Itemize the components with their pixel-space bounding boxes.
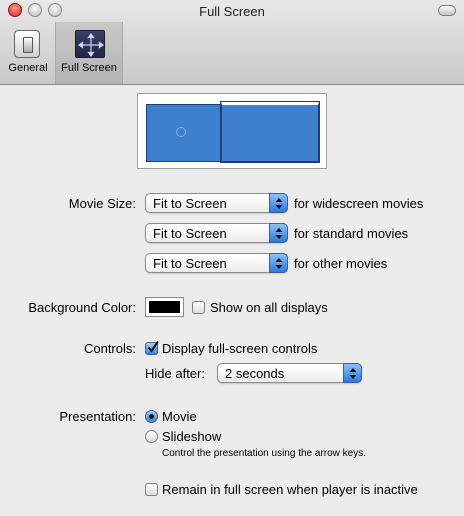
widescreen-suffix: for widescreen movies	[294, 196, 424, 211]
presentation-movie-radio[interactable]	[145, 410, 158, 423]
popup-value: Fit to Screen	[153, 256, 227, 271]
tab-full-screen-label: Full Screen	[61, 62, 117, 74]
color-swatch	[149, 301, 180, 313]
hide-after-popup[interactable]: 2 seconds	[217, 363, 362, 383]
presentation-hint: Control the presentation using the arrow…	[162, 448, 366, 459]
other-suffix: for other movies	[294, 256, 388, 271]
background-color-label: Background Color:	[28, 300, 136, 315]
remain-full-screen-label: Remain in full screen when player is ina…	[162, 482, 418, 497]
popup-arrows-icon	[269, 253, 288, 273]
tab-general-label: General	[8, 62, 48, 74]
presentation-label: Presentation:	[59, 409, 136, 424]
presentation-movie-label: Movie	[162, 409, 197, 424]
popup-value: 2 seconds	[225, 366, 285, 381]
quicktime-logo-icon	[176, 127, 186, 137]
standard-suffix: for standard movies	[294, 226, 409, 241]
movie-size-label: Movie Size:	[68, 196, 136, 211]
show-on-all-displays-checkbox[interactable]	[192, 301, 205, 314]
popup-value: Fit to Screen	[153, 226, 227, 241]
checkmark-icon	[147, 340, 159, 353]
toolbar-toggle-button[interactable]	[438, 5, 456, 16]
movie-size-standard-popup[interactable]: Fit to Screen	[145, 223, 288, 243]
popup-arrows-icon	[269, 223, 288, 243]
tab-full-screen[interactable]: Full Screen	[55, 22, 123, 84]
window-title: Full Screen	[199, 4, 265, 19]
controls-label: Controls:	[83, 341, 136, 356]
fullscreen-arrows-icon	[75, 30, 105, 58]
presentation-slideshow-label: Slideshow	[162, 429, 222, 444]
presentation-slideshow-radio[interactable]	[145, 430, 158, 443]
hide-after-label: Hide after:	[145, 366, 205, 381]
movie-size-other-popup[interactable]: Fit to Screen	[145, 253, 288, 273]
display-controls-label: Display full-screen controls	[162, 341, 318, 356]
popup-arrows-icon	[269, 193, 288, 213]
switch-icon	[14, 30, 40, 58]
remain-full-screen-checkbox[interactable]	[145, 483, 158, 496]
display-screen-right[interactable]	[220, 101, 320, 163]
popup-value: Fit to Screen	[153, 196, 227, 211]
show-on-all-displays-label: Show on all displays	[210, 300, 328, 315]
background-color-well[interactable]	[145, 297, 184, 317]
popup-arrows-icon	[343, 363, 362, 383]
movie-size-widescreen-popup[interactable]: Fit to Screen	[145, 193, 288, 213]
display-controls-checkbox[interactable]	[145, 340, 159, 355]
tab-general[interactable]: General	[4, 22, 52, 84]
